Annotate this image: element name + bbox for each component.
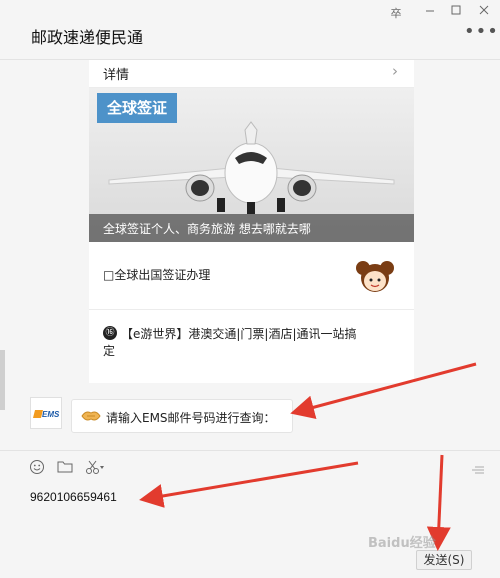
svg-text:EMS: EMS: [42, 410, 60, 419]
history-button[interactable]: [471, 464, 485, 479]
emoji-button[interactable]: [29, 459, 45, 479]
handshake-icon: [81, 411, 101, 421]
chat-title: 邮政速递便民通: [31, 28, 144, 47]
minimize-button[interactable]: [422, 5, 438, 18]
visa-banner[interactable]: 全球签证 全球签证个人、商务旅游 想去哪就去哪: [89, 88, 414, 242]
send-button[interactable]: 发送(S): [416, 550, 472, 570]
file-button[interactable]: [57, 459, 73, 479]
input-area: 9620106659461 发送(S): [0, 450, 500, 578]
card-item-visa-label: □全球出国签证办理: [103, 268, 211, 282]
card-item-travel[interactable]: ⑯ 【e游世界】港澳交通|门票|酒店|通讯一站搞定: [89, 310, 414, 383]
banner-badge: 全球签证: [97, 93, 177, 123]
close-button[interactable]: [476, 5, 492, 18]
chevron-right-icon: ›: [392, 62, 398, 80]
maximize-button[interactable]: [448, 5, 464, 18]
screenshot-button[interactable]: [85, 459, 105, 479]
scroll-indicator: [0, 350, 5, 410]
chat-header: 邮政速递便民通 卒 •••: [0, 0, 500, 60]
folder-icon: [57, 461, 73, 473]
message-bubble[interactable]: 请输入EMS邮件号码进行查询：: [71, 399, 293, 433]
message-text: 请输入EMS邮件号码进行查询：: [106, 411, 276, 425]
ems-logo-icon: EMS: [33, 408, 60, 420]
details-label: 详情: [103, 68, 130, 83]
list-icon: [472, 466, 484, 474]
details-link[interactable]: 详情 ›: [89, 60, 414, 88]
emoji-icon: [30, 460, 44, 474]
maximize-icon: [451, 5, 461, 15]
pin-button[interactable]: 卒: [388, 5, 404, 21]
scissors-icon: [86, 460, 104, 474]
close-icon: [479, 5, 489, 15]
watermark: Baidu经验: [368, 536, 436, 551]
more-options-button[interactable]: •••: [464, 23, 499, 41]
article-card[interactable]: 详情 › 全球签证 全球签证个人、商务旅游 想去哪就去哪 □全球出国签证办理 ⑯…: [89, 60, 414, 383]
card-item-travel-label: 【e游世界】港澳交通|门票|酒店|通讯一站搞定: [103, 327, 357, 358]
message-input[interactable]: 9620106659461: [30, 490, 117, 504]
card-item-visa[interactable]: □全球出国签证办理: [89, 242, 414, 310]
banner-caption-bar: 全球签证个人、商务旅游 想去哪就去哪: [89, 214, 414, 242]
banner-caption: 全球签证个人、商务旅游 想去哪就去哪: [103, 222, 311, 236]
cartoon-avatar-icon: [356, 261, 394, 292]
message-list[interactable]: 详情 › 全球签证 全球签证个人、商务旅游 想去哪就去哪 □全球出国签证办理 ⑯…: [0, 60, 500, 450]
ems-avatar[interactable]: EMS: [30, 397, 62, 429]
minimize-icon: [426, 10, 434, 12]
airplane-image: [108, 121, 395, 214]
